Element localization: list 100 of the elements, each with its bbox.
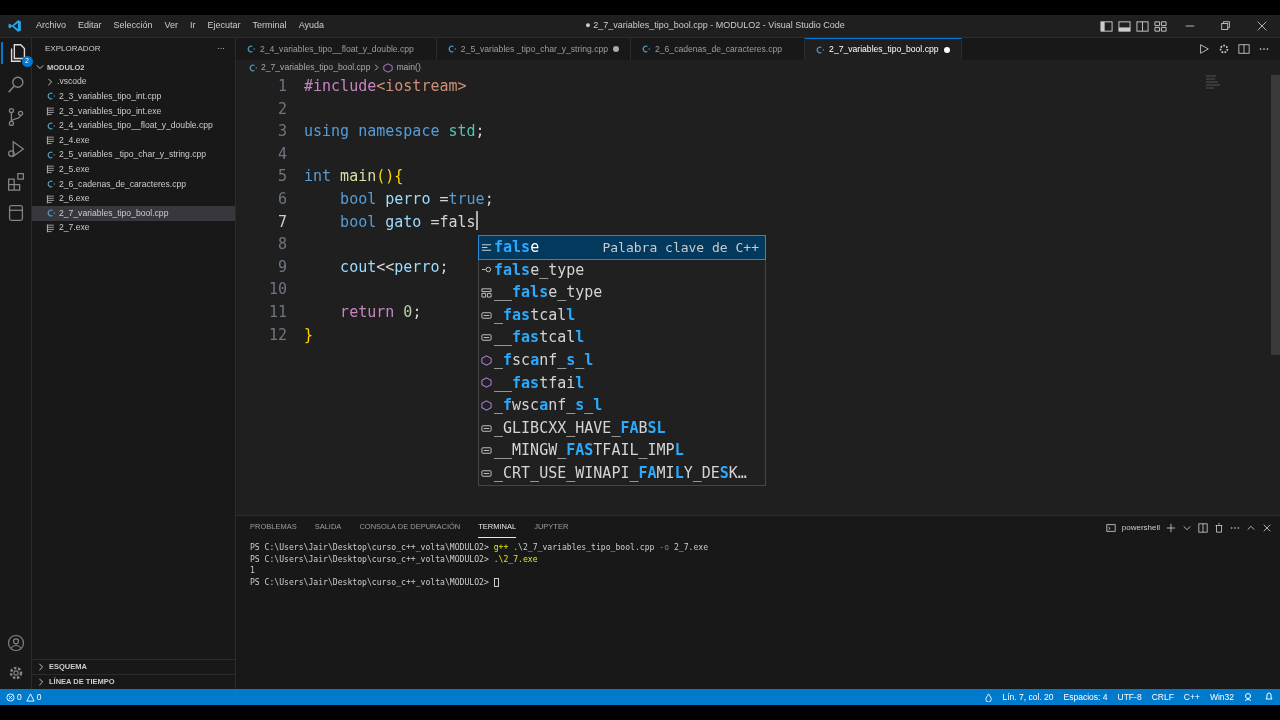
suggestion-item[interactable]: _fastcall [479, 303, 765, 327]
terminal-line: PS C:\Users\Jair\Desktop\curso_c++_volta\MODULO2> g++ .\2_7_variables_tipo_bool.cpp -o 2_7.exe [250, 542, 709, 552]
suggestion-item[interactable]: _fscanf_s_l [479, 348, 765, 372]
menu-item[interactable]: Ejecutar [201, 19, 247, 33]
suggestion-label: _fastcall [494, 304, 577, 326]
suggestion-item[interactable]: _GLIBCXX_HAVE_FABSL [479, 416, 765, 440]
suggestion-item[interactable]: __false_type [479, 281, 765, 304]
menu-item[interactable]: Ayuda [292, 19, 330, 33]
suggestion-label: false [494, 237, 541, 259]
settings-icon[interactable] [1218, 43, 1230, 55]
macro-icon [481, 332, 492, 344]
line-number: 10 [267, 279, 287, 301]
code-line: return 0; [339, 301, 422, 323]
line-number: 9 [276, 256, 287, 278]
menu-item[interactable]: Archivo [30, 19, 72, 33]
feedback-icon[interactable] [1244, 692, 1254, 702]
cpp-file-icon [46, 149, 56, 160]
suggestion-item[interactable]: false_type [479, 258, 765, 282]
breadcrumb-item[interactable]: 2_7_variables_tipo_bool.cpp [261, 61, 371, 74]
shell-name[interactable]: powershell [1121, 521, 1160, 534]
cpp-file-icon [641, 44, 651, 54]
status-item[interactable]: Lín. 7, col. 20 [1002, 690, 1054, 704]
method-icon [481, 354, 492, 366]
tree-item[interactable]: 2_3_variables_tipo_int.cpp [32, 89, 235, 104]
minimap [1206, 75, 1222, 91]
menu-item[interactable]: Selección [107, 19, 159, 33]
layout-split-icon[interactable] [1136, 19, 1149, 33]
suggestion-label: _fscanf_s_l [494, 350, 595, 371]
chevron-down-icon [36, 63, 44, 72]
suggestion-label: _GLIBCXX_HAVE_FABSL [494, 417, 667, 439]
macro-icon [481, 467, 492, 479]
tree-item[interactable]: 2_6.exe [32, 191, 235, 206]
warning-count[interactable]: 0 [36, 690, 42, 704]
status-item[interactable]: Win32 [1209, 690, 1234, 704]
editor-tab[interactable]: 2_7_variables_tipo_bool.cpp [805, 38, 962, 60]
close-icon[interactable] [1256, 20, 1268, 32]
tree-item[interactable]: 2_6_cadenas_de_caracteres.cpp [32, 176, 235, 192]
tree-item[interactable]: 2_3_variables_tipo_int.exe [32, 103, 235, 119]
run-icon[interactable] [1198, 43, 1210, 55]
terminal-line: PS C:\Users\Jair\Desktop\curso_c++_volta\MODULO2> [250, 576, 490, 587]
scrollbar[interactable] [1271, 75, 1280, 355]
close-icon[interactable] [1262, 522, 1272, 533]
suggestion-item[interactable]: __fastfail [479, 371, 765, 395]
more-actions-button[interactable]: ··· [217, 43, 225, 55]
add-icon[interactable] [1166, 522, 1176, 533]
suggestion-item[interactable]: _fwscanf_s_l [479, 394, 765, 417]
menu-item[interactable]: Editar [72, 19, 108, 33]
cpp-file-icon [46, 91, 56, 102]
breadcrumb-item[interactable]: main() [396, 61, 421, 74]
chevron-right-icon [46, 77, 54, 86]
tree-item[interactable]: 2_5.exe [32, 162, 235, 177]
status-item[interactable]: CRLF [1151, 690, 1174, 704]
split-icon[interactable] [1198, 522, 1208, 533]
method-icon [481, 377, 492, 389]
code-line: cout<<perro; [339, 256, 449, 278]
keyword-icon [481, 241, 492, 253]
restore-icon[interactable] [1220, 20, 1232, 32]
menu-item[interactable]: Ir [184, 19, 202, 33]
bell-icon[interactable] [1264, 692, 1274, 702]
suggestion-item[interactable]: false Palabra clave de C++ [479, 236, 765, 259]
line-number: 7 [276, 211, 287, 233]
suggestion-label: _CRT_USE_WINAPI_FAMILY_DESK… [494, 463, 748, 484]
line-number: 5 [276, 166, 287, 188]
split-editor-icon[interactable] [1238, 43, 1250, 55]
terminal-icon [1105, 522, 1116, 533]
tree-item[interactable]: 2_7.exe [32, 220, 235, 236]
status-item[interactable]: UTF-8 [1117, 690, 1142, 704]
modified-dot-icon [612, 45, 620, 53]
layout-sidebar-icon[interactable] [1100, 19, 1113, 33]
cpp-file-icon [46, 179, 56, 190]
tree-item[interactable]: 2_7_variables_tipo_bool.cpp [32, 205, 235, 221]
tree-item[interactable]: .vscode [32, 74, 235, 90]
error-count[interactable]: 0 [17, 690, 22, 704]
error-icon [6, 692, 15, 702]
tree-item[interactable]: 2_5_variables _tipo_char_y_string.cpp [32, 147, 235, 163]
method-icon [383, 62, 394, 73]
tree-item[interactable]: 2_4.exe [32, 132, 235, 148]
modified-dot-icon [942, 45, 951, 54]
account-icon[interactable] [5, 633, 26, 653]
status-item[interactable]: Espacios: 4 [1063, 690, 1108, 704]
tree-item[interactable]: 2_4_variables_tipo__float_y_double.cpp [32, 118, 235, 133]
menu-item[interactable]: Terminal [246, 19, 293, 33]
cpp-file-icon [446, 44, 457, 54]
line-number: 8 [276, 234, 287, 256]
layout-grid-icon[interactable] [1154, 19, 1167, 33]
exe-file-icon [46, 135, 56, 146]
suggestion-item[interactable]: __fastcall [479, 326, 765, 349]
cpp-file-icon [46, 120, 56, 131]
trash-icon[interactable] [1214, 522, 1224, 533]
suggestion-item[interactable]: __MINGW_FASTFAIL_IMPL [479, 439, 765, 462]
suggestion-label: __fastcall [494, 327, 586, 349]
menu-item[interactable]: Ver [158, 19, 185, 33]
suggestion-label: false_type [494, 259, 586, 281]
status-item[interactable]: C++ [1183, 690, 1200, 704]
cpp-file-icon [246, 44, 256, 54]
line-number: 2 [276, 98, 287, 120]
layout-panel-icon[interactable] [1118, 19, 1131, 33]
code-line: bool gato =fals [339, 211, 476, 233]
macro-icon [481, 309, 492, 321]
suggestion-item[interactable]: _CRT_USE_WINAPI_FAMILY_DESK… [479, 461, 765, 485]
